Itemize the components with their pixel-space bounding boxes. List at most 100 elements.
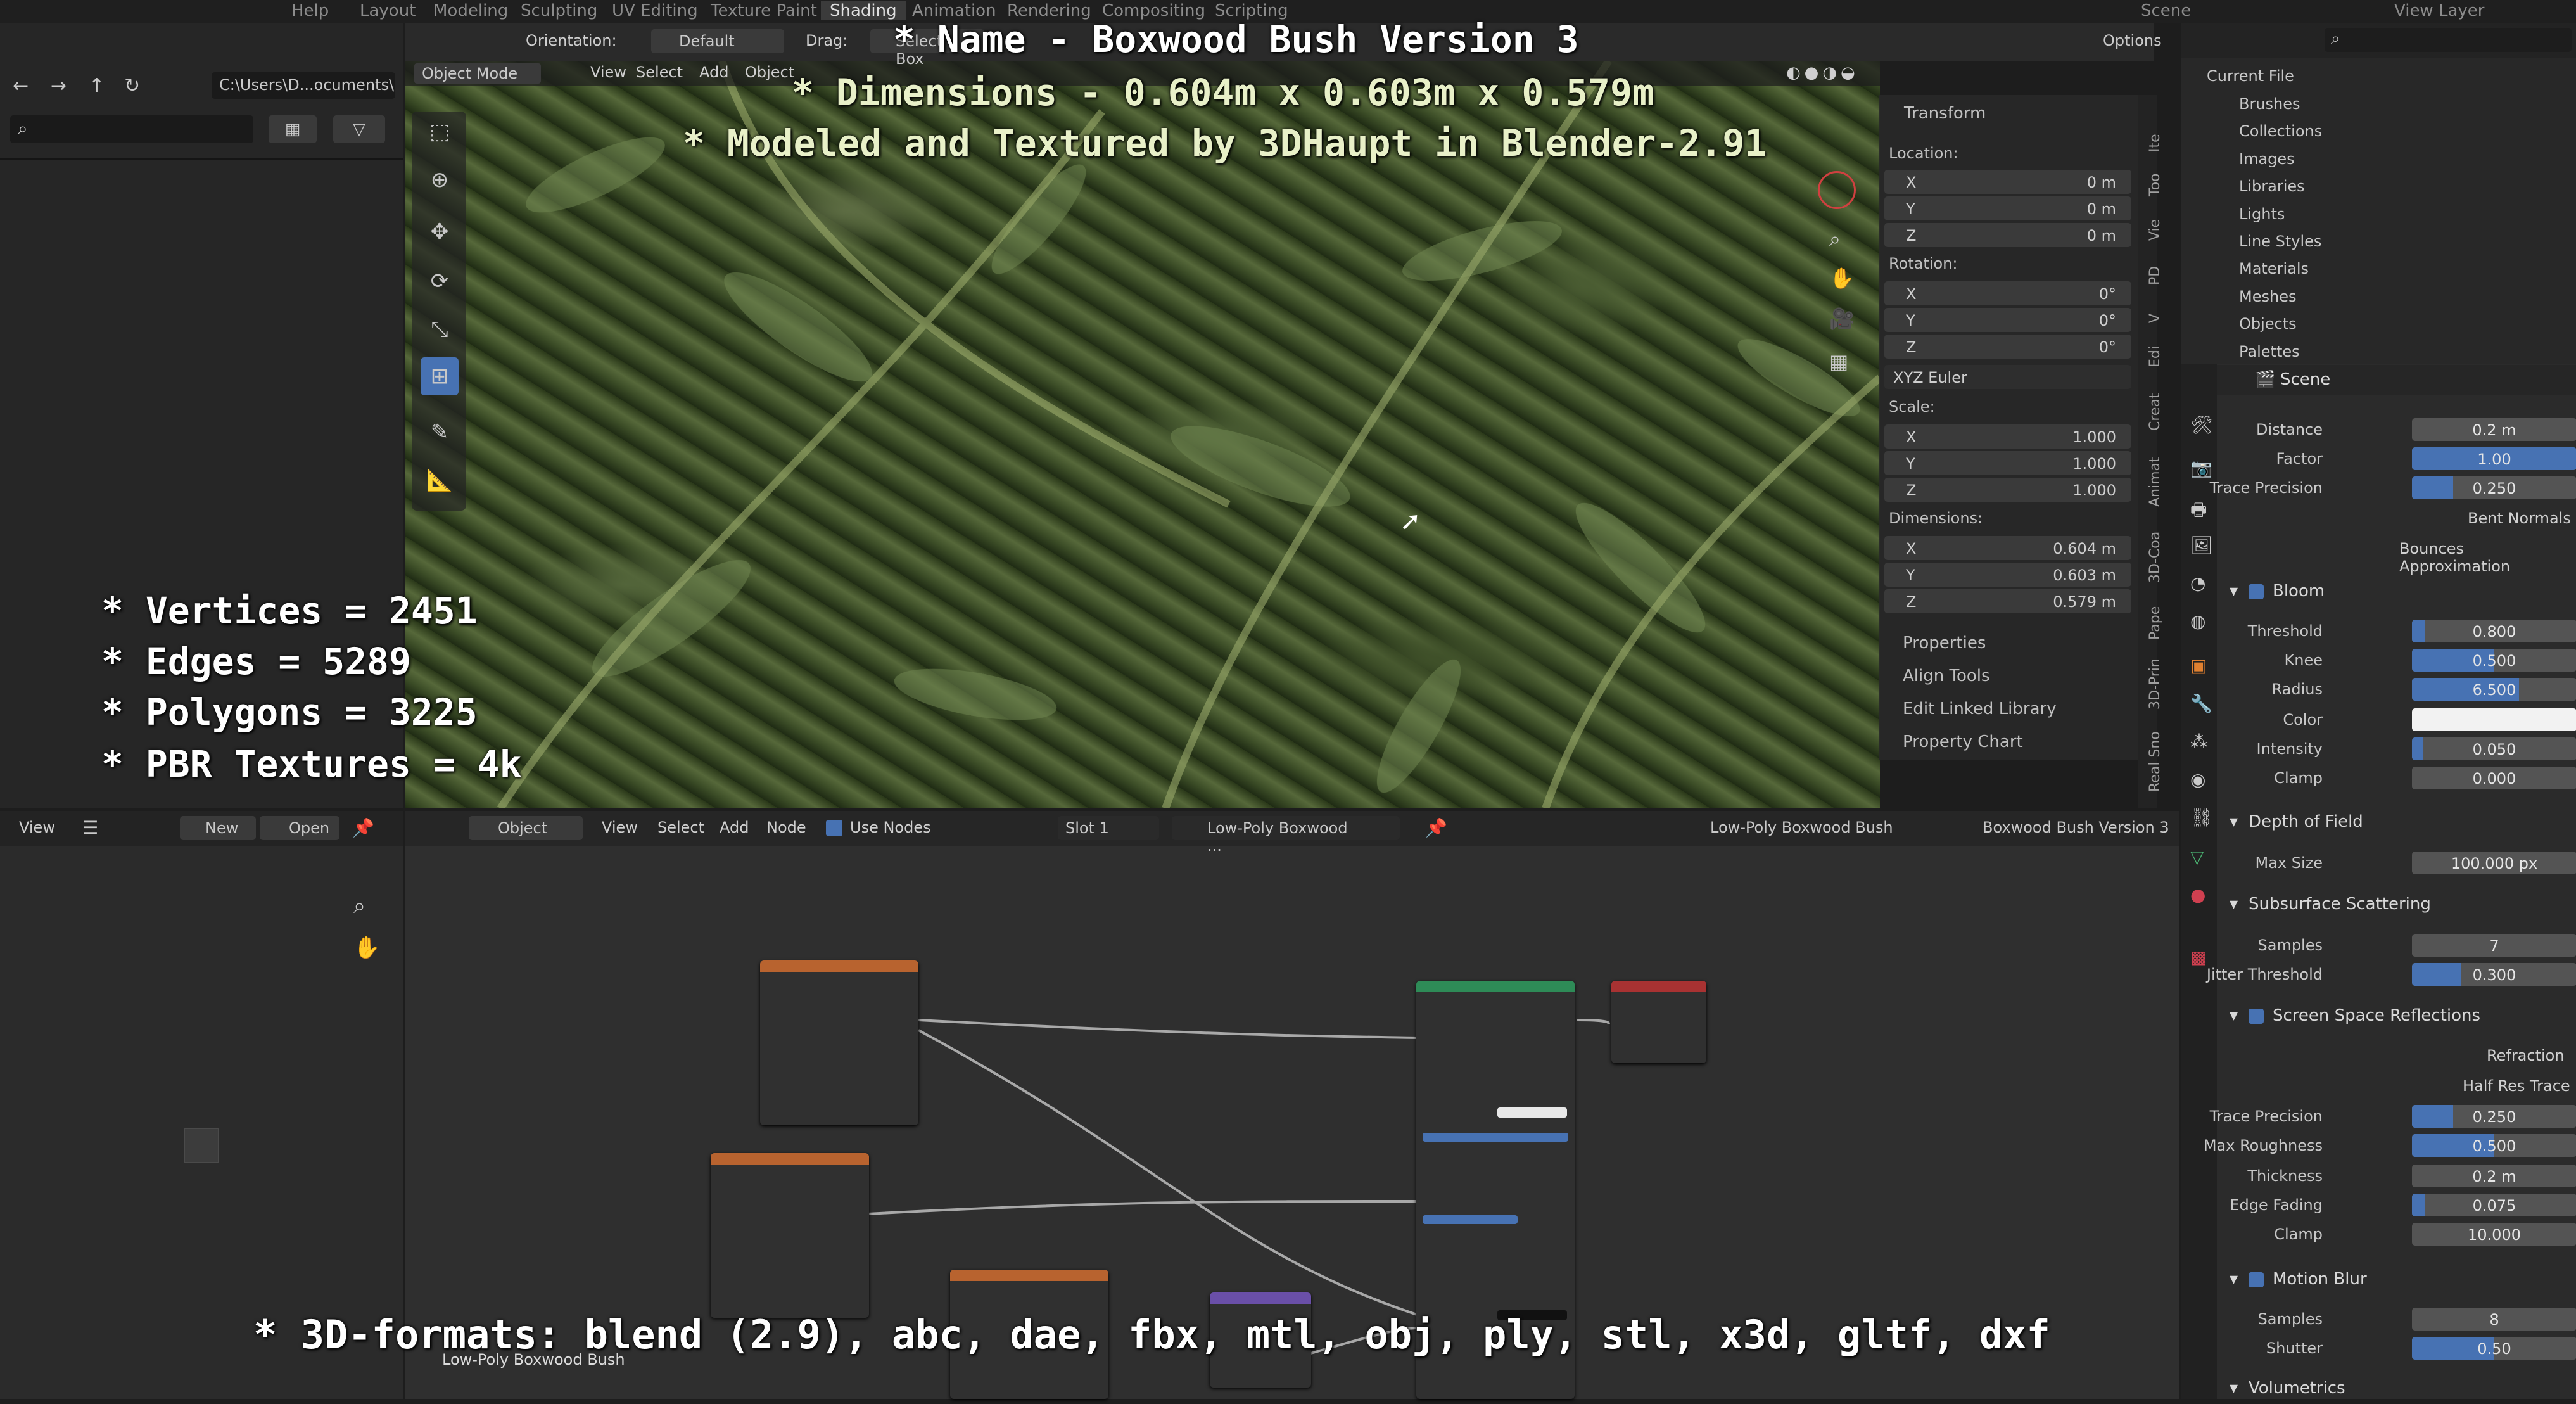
outliner-search-input[interactable]: ⌕ <box>2325 28 2572 52</box>
menu-add[interactable]: Add <box>720 819 749 836</box>
new-image-button[interactable]: New <box>180 816 256 840</box>
menu-view[interactable]: View <box>602 819 638 836</box>
tab-3d-print[interactable]: 3D-Prin <box>2147 658 2163 710</box>
location-z-field[interactable]: Z 0 m <box>1884 223 2131 247</box>
use-nodes-checkbox[interactable] <box>826 820 842 836</box>
location-y-field[interactable]: Y 0 m <box>1884 196 2131 220</box>
menu-node[interactable]: Node <box>766 819 806 836</box>
menu-help[interactable]: Help <box>291 1 329 20</box>
filter-icon[interactable]: ▽ <box>333 115 385 143</box>
material-selector[interactable]: Low-Poly Boxwood ... <box>1172 816 1400 855</box>
property-field[interactable] <box>2412 708 2576 731</box>
property-field[interactable]: 0.250 <box>2412 1105 2576 1128</box>
property-field[interactable]: 0.50 <box>2412 1337 2576 1360</box>
annotate-icon[interactable]: ✎ <box>421 413 459 451</box>
transform-header[interactable]: Transform <box>1904 104 1986 123</box>
outliner-current-file[interactable]: Current File <box>2207 67 2294 85</box>
cursor-icon[interactable]: ⊕ <box>421 161 459 199</box>
world-tab-icon[interactable]: ◍ <box>2190 611 2205 632</box>
parent-dir-icon[interactable]: ↑ <box>89 75 105 97</box>
shading-mode-icons[interactable]: ◐●◑◒ <box>1786 63 1875 84</box>
rotation-z-field[interactable]: Z 0° <box>1884 335 2131 359</box>
sheen-tint-slider[interactable] <box>1423 1215 1518 1224</box>
modifier-tab-icon[interactable]: 🔧 <box>2190 693 2212 714</box>
dimensions-z-field[interactable]: Z 0.579 m <box>1884 589 2131 613</box>
outliner-item[interactable]: Line Styles <box>2239 233 2321 250</box>
subsurface-color-swatch[interactable] <box>1497 1107 1567 1118</box>
scale-icon[interactable]: ⤡ <box>421 310 459 348</box>
property-field[interactable]: 0.250 <box>2412 476 2576 499</box>
outliner-item[interactable]: Images <box>2239 150 2295 168</box>
render-tab-icon[interactable]: 📷 <box>2190 457 2212 478</box>
property-field[interactable]: 7 <box>2412 934 2576 957</box>
property-field[interactable]: 0.2 m <box>2412 418 2576 441</box>
scene-tab-icon[interactable]: ◔ <box>2190 573 2205 594</box>
tool-tab-icon[interactable]: 🛠 <box>2190 414 2213 435</box>
navigation-gizmo[interactable] <box>1818 171 1856 209</box>
motion-blur-section[interactable]: ▾ Motion Blur <box>2217 1265 2576 1295</box>
data-tab-icon[interactable]: ▽ <box>2190 846 2204 867</box>
outliner-item[interactable]: Lights <box>2239 205 2285 223</box>
outliner-item[interactable]: Meshes <box>2239 288 2296 305</box>
dimensions-y-field[interactable]: Y 0.603 m <box>1884 563 2131 587</box>
outliner-item[interactable]: Libraries <box>2239 177 2305 195</box>
ssr-section[interactable]: ▾ Screen Space Reflections <box>2217 1001 2576 1031</box>
menu-view[interactable]: View <box>19 819 55 836</box>
view-layer-tab-icon[interactable]: 🖼 <box>2190 535 2213 556</box>
tab-workspace[interactable]: Sculpting <box>521 1 597 20</box>
menu-add[interactable]: Add <box>699 63 728 81</box>
slot-dropdown[interactable]: Slot 1 <box>1058 816 1159 840</box>
outliner-item[interactable]: Brushes <box>2239 95 2300 113</box>
image-texture-node-rough[interactable] <box>711 1153 869 1318</box>
outliner-item[interactable]: Palettes <box>2239 343 2300 361</box>
refresh-icon[interactable]: ↻ <box>124 75 140 97</box>
camera-icon[interactable]: 🎥 <box>1829 307 1855 331</box>
file-search-input[interactable]: ⌕ <box>10 115 253 143</box>
panel-properties[interactable]: Properties <box>1903 634 1986 653</box>
tab-tool[interactable]: Too <box>2147 173 2163 196</box>
panel-align-tools[interactable]: Align Tools <box>1903 667 1990 686</box>
property-field[interactable]: 0.2 m <box>2412 1165 2576 1187</box>
menu-select[interactable]: Select <box>657 819 704 836</box>
orientation-dropdown[interactable]: Default <box>651 29 784 53</box>
mode-selector[interactable]: Object Mode <box>414 63 541 84</box>
ssr-checkbox[interactable] <box>2249 1008 2264 1024</box>
shader-editor[interactable]: Object View Select Add Node Use Nodes Sl… <box>405 811 2179 1399</box>
object-tab-icon[interactable]: ▣ <box>2190 655 2207 676</box>
location-x-field[interactable]: X 0 m <box>1884 170 2131 194</box>
property-field[interactable]: 0.800 <box>2412 620 2576 642</box>
panel-property-chart[interactable]: Property Chart <box>1903 732 2023 751</box>
rotation-y-field[interactable]: Y 0° <box>1884 308 2131 332</box>
tab-view[interactable]: Vie <box>2147 219 2163 241</box>
bloom-checkbox[interactable] <box>2249 584 2264 599</box>
move-icon[interactable]: ✥ <box>421 213 459 251</box>
tab-paper[interactable]: Pape <box>2147 606 2163 640</box>
property-field[interactable]: 100.000 px <box>2412 852 2576 874</box>
property-field[interactable]: 0.500 <box>2412 649 2576 672</box>
rotation-x-field[interactable]: X 0° <box>1884 281 2131 305</box>
property-field[interactable]: 8 <box>2412 1308 2576 1331</box>
texture-tab-icon[interactable]: ▩ <box>2190 947 2207 967</box>
shader-type-dropdown[interactable]: Object <box>469 816 583 840</box>
outliner-item[interactable]: Objects <box>2239 315 2297 333</box>
dimensions-x-field[interactable]: X 0.604 m <box>1884 536 2131 560</box>
particles-tab-icon[interactable]: ⁂ <box>2190 731 2208 752</box>
tab-workspace[interactable]: Layout <box>360 1 416 20</box>
tab-v[interactable]: V <box>2147 314 2163 323</box>
outliner-item[interactable]: Materials <box>2239 260 2309 278</box>
tab-real-snow[interactable]: Real Sno <box>2147 731 2163 792</box>
transform-icon[interactable]: ⊞ <box>421 357 459 395</box>
tab-item[interactable]: Ite <box>2147 134 2163 152</box>
material-output-node[interactable] <box>1611 981 1706 1063</box>
refraction-label[interactable]: Refraction <box>2487 1047 2565 1064</box>
forward-icon[interactable]: → <box>51 75 67 97</box>
view-layer-selector[interactable]: View Layer <box>2394 1 2484 20</box>
tab-workspace[interactable]: Modeling <box>433 1 508 20</box>
bounces-label[interactable]: Bounces Approximation <box>2399 540 2576 575</box>
volumetrics-section[interactable]: ▾ Volumetrics <box>2217 1374 2576 1404</box>
scene-selector[interactable]: Scene <box>2141 1 2191 20</box>
menu-select[interactable]: Select <box>636 63 683 81</box>
constraints-tab-icon[interactable]: ⛓ <box>2190 807 2213 828</box>
empty-image-canvas[interactable] <box>184 1128 219 1163</box>
zoom-icon[interactable]: ⌕ <box>353 893 365 919</box>
